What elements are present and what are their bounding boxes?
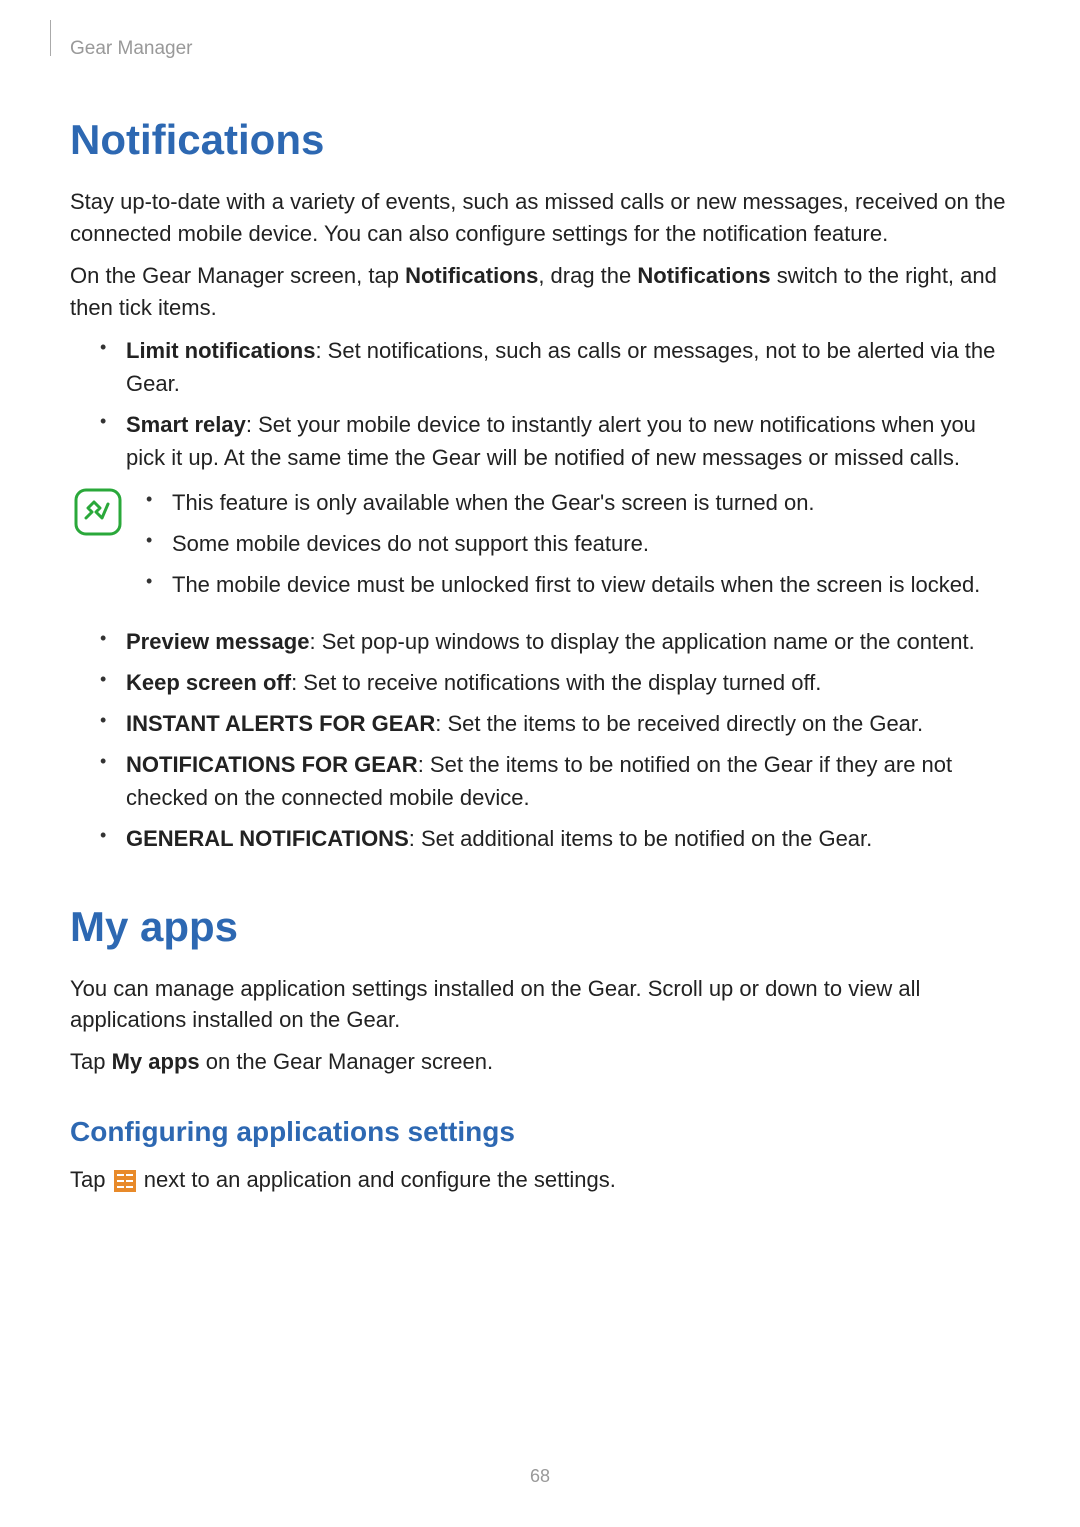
bold-text: My apps bbox=[112, 1049, 200, 1074]
bold-text: INSTANT ALERTS FOR GEAR bbox=[126, 711, 435, 736]
bold-text: GENERAL NOTIFICATIONS bbox=[126, 826, 409, 851]
list-item: GENERAL NOTIFICATIONS: Set additional it… bbox=[100, 822, 1010, 855]
bold-text: Notifications bbox=[405, 263, 538, 288]
text: : Set your mobile device to instantly al… bbox=[126, 412, 976, 470]
note-icon bbox=[74, 488, 122, 536]
para-notif-2: On the Gear Manager screen, tap Notifica… bbox=[70, 260, 1010, 324]
settings-icon bbox=[114, 1169, 136, 1191]
page-number: 68 bbox=[0, 1466, 1080, 1487]
text: On the Gear Manager screen, tap bbox=[70, 263, 405, 288]
text: : Set the items to be received directly … bbox=[435, 711, 923, 736]
subheading-configuring: Configuring applications settings bbox=[70, 1116, 1010, 1148]
header-divider bbox=[50, 20, 51, 56]
bullet-list-notif-1: Limit notifications: Set notifications, … bbox=[70, 334, 1010, 474]
list-item: NOTIFICATIONS FOR GEAR: Set the items to… bbox=[100, 748, 1010, 814]
text: , drag the bbox=[538, 263, 637, 288]
note-block: This feature is only available when the … bbox=[70, 486, 1010, 609]
bold-text: Preview message bbox=[126, 629, 309, 654]
text: Tap bbox=[70, 1167, 112, 1192]
para-notif-1: Stay up-to-date with a variety of events… bbox=[70, 186, 1010, 250]
para-myapps-3: Tap next to an application and configure… bbox=[70, 1164, 1010, 1196]
list-item: Preview message: Set pop-up windows to d… bbox=[100, 625, 1010, 658]
list-item: Limit notifications: Set notifications, … bbox=[100, 334, 1010, 400]
text: : Set additional items to be notified on… bbox=[409, 826, 873, 851]
list-item: The mobile device must be unlocked first… bbox=[146, 568, 1010, 601]
section-notifications: Notifications Stay up-to-date with a var… bbox=[70, 116, 1010, 855]
section-myapps: My apps You can manage application setti… bbox=[70, 903, 1010, 1197]
text: next to an application and configure the… bbox=[138, 1167, 616, 1192]
text: Tap bbox=[70, 1049, 112, 1074]
text: : Set pop-up windows to display the appl… bbox=[309, 629, 974, 654]
list-item: Keep screen off: Set to receive notifica… bbox=[100, 666, 1010, 699]
note-bullet-list: This feature is only available when the … bbox=[136, 486, 1010, 609]
para-myapps-2: Tap My apps on the Gear Manager screen. bbox=[70, 1046, 1010, 1078]
running-header: Gear Manager bbox=[70, 38, 1010, 60]
para-myapps-1: You can manage application settings inst… bbox=[70, 973, 1010, 1037]
bullet-list-notif-2: Preview message: Set pop-up windows to d… bbox=[70, 625, 1010, 855]
heading-myapps: My apps bbox=[70, 903, 1010, 951]
text: : Set to receive notifications with the … bbox=[291, 670, 821, 695]
text: on the Gear Manager screen. bbox=[200, 1049, 494, 1074]
bold-text: Limit notifications bbox=[126, 338, 315, 363]
list-item: INSTANT ALERTS FOR GEAR: Set the items t… bbox=[100, 707, 1010, 740]
bold-text: NOTIFICATIONS FOR GEAR bbox=[126, 752, 418, 777]
heading-notifications: Notifications bbox=[70, 116, 1010, 164]
list-item: Some mobile devices do not support this … bbox=[146, 527, 1010, 560]
list-item: This feature is only available when the … bbox=[146, 486, 1010, 519]
bold-text: Smart relay bbox=[126, 412, 246, 437]
bold-text: Keep screen off bbox=[126, 670, 291, 695]
list-item: Smart relay: Set your mobile device to i… bbox=[100, 408, 1010, 474]
bold-text: Notifications bbox=[637, 263, 770, 288]
